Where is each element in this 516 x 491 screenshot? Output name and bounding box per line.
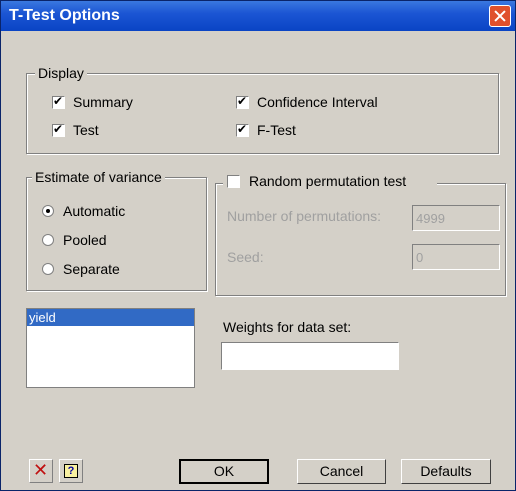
display-legend: Display bbox=[35, 65, 87, 81]
automatic-radio[interactable] bbox=[42, 205, 54, 217]
pooled-label[interactable]: Pooled bbox=[63, 232, 107, 248]
confidence-interval-checkbox[interactable] bbox=[236, 94, 249, 109]
seed-input[interactable]: 0 bbox=[412, 244, 500, 270]
clear-x-icon: ✕ bbox=[33, 460, 49, 481]
close-icon[interactable] bbox=[489, 5, 511, 27]
clear-button[interactable]: ✕ bbox=[29, 459, 53, 483]
permutation-group bbox=[215, 183, 506, 296]
confidence-interval-label[interactable]: Confidence Interval bbox=[257, 94, 378, 110]
f-test-label[interactable]: F-Test bbox=[257, 122, 296, 138]
dataset-list[interactable]: yield bbox=[26, 308, 195, 388]
help-icon: ? bbox=[64, 464, 78, 478]
summary-label[interactable]: Summary bbox=[73, 94, 133, 110]
num-permutations-input[interactable]: 4999 bbox=[412, 205, 500, 231]
pooled-radio[interactable] bbox=[42, 234, 54, 246]
window-title: T-Test Options bbox=[9, 7, 120, 24]
f-test-checkbox[interactable] bbox=[236, 122, 249, 137]
random-permutation-checkbox[interactable] bbox=[227, 175, 240, 188]
weights-label: Weights for data set: bbox=[223, 319, 352, 335]
num-permutations-label: Number of permutations: bbox=[227, 208, 382, 224]
list-item[interactable]: yield bbox=[27, 309, 194, 326]
ok-button[interactable]: OK bbox=[179, 459, 269, 484]
weights-input[interactable] bbox=[221, 342, 399, 370]
title-bar[interactable]: T-Test Options bbox=[1, 1, 515, 31]
test-checkbox[interactable] bbox=[52, 122, 65, 137]
summary-checkbox[interactable] bbox=[52, 94, 65, 109]
variance-legend: Estimate of variance bbox=[32, 169, 165, 185]
separate-radio[interactable] bbox=[42, 263, 54, 275]
cancel-button[interactable]: Cancel bbox=[297, 459, 386, 484]
test-label[interactable]: Test bbox=[73, 122, 99, 138]
t-test-options-dialog: T-Test Options Display Summary Test Conf… bbox=[0, 0, 516, 491]
defaults-button[interactable]: Defaults bbox=[401, 459, 491, 484]
display-group: Display bbox=[26, 65, 499, 154]
seed-label: Seed: bbox=[227, 249, 264, 265]
help-button[interactable]: ? bbox=[59, 459, 83, 483]
automatic-label[interactable]: Automatic bbox=[63, 203, 125, 219]
separate-label[interactable]: Separate bbox=[63, 261, 120, 277]
random-permutation-label[interactable]: Random permutation test bbox=[249, 173, 406, 189]
